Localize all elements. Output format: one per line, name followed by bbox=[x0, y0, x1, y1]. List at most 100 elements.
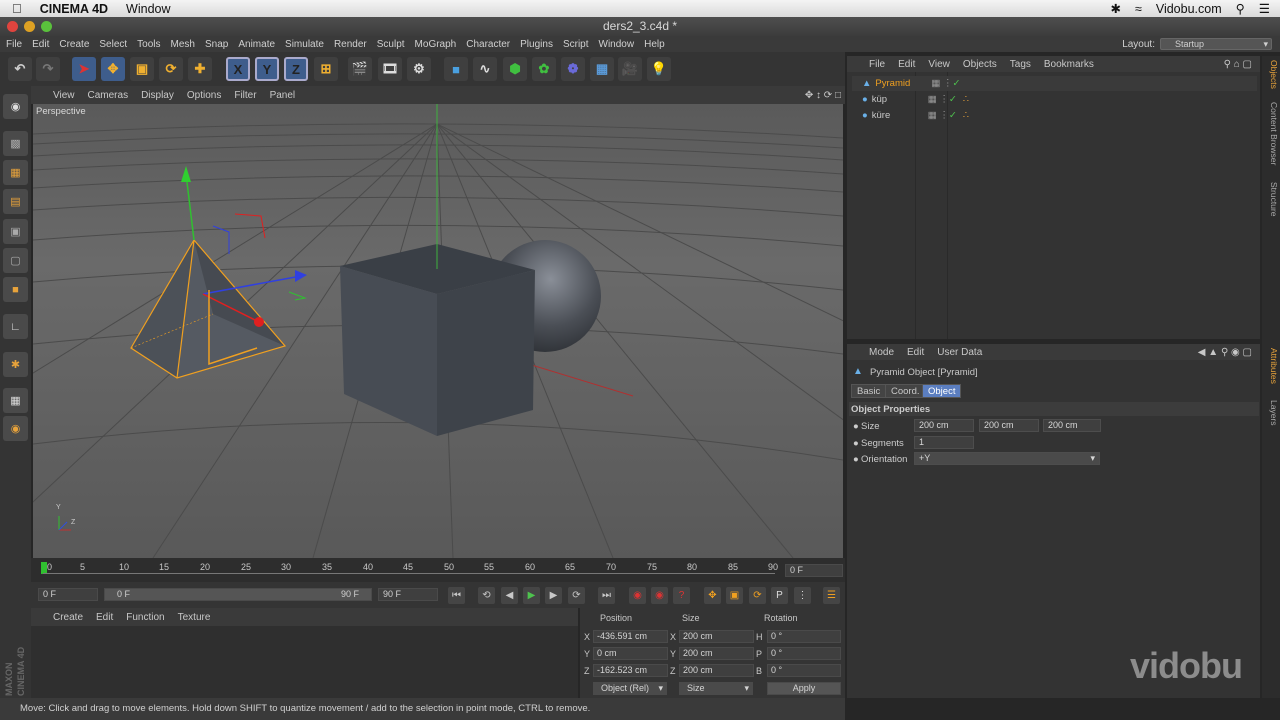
keyframe-selection-button[interactable]: ? bbox=[673, 587, 690, 604]
side-tab-layers[interactable]: Layers bbox=[1263, 400, 1279, 426]
menu-tools[interactable]: Tools bbox=[137, 39, 160, 50]
vp-menu-cameras[interactable]: Cameras bbox=[88, 90, 129, 101]
orientation-select[interactable]: +Y ▾ bbox=[914, 452, 1100, 465]
visibility-icon[interactable]: ▦ ⋮✓ bbox=[931, 76, 960, 91]
bluetooth-icon[interactable]: ✱ bbox=[1110, 1, 1120, 16]
add-generator-button[interactable]: ⬢ bbox=[503, 57, 527, 81]
menu-create[interactable]: Create bbox=[59, 39, 89, 50]
object-row-kup[interactable]: ● küp ▦ ⋮✓ ∴ bbox=[852, 92, 1257, 107]
close-window-button[interactable] bbox=[7, 21, 18, 32]
apply-button[interactable]: Apply bbox=[767, 682, 841, 695]
add-cube-button[interactable]: ■ bbox=[444, 57, 468, 81]
menu-help[interactable]: Help bbox=[644, 39, 665, 50]
vp-menu-view[interactable]: View bbox=[53, 90, 75, 101]
vp-menu-panel[interactable]: Panel bbox=[270, 90, 296, 101]
menu-render[interactable]: Render bbox=[334, 39, 367, 50]
key-rotation-button[interactable]: ⟳ bbox=[749, 587, 766, 604]
scale-tool-button[interactable]: ▣ bbox=[130, 57, 154, 81]
segments-input[interactable]: 1 bbox=[914, 436, 974, 449]
play-button[interactable]: ▶ bbox=[523, 587, 540, 604]
workplane-lock-button[interactable]: ◉ bbox=[3, 416, 28, 441]
add-spline-button[interactable]: ∿ bbox=[473, 57, 497, 81]
tab-coord[interactable]: Coord. bbox=[885, 384, 926, 398]
z-axis-lock-button[interactable]: Z bbox=[284, 57, 308, 81]
menu-sculpt[interactable]: Sculpt bbox=[377, 39, 405, 50]
attr-nav-icons[interactable]: ◀ ▲ ⚲ ◉ ▢ bbox=[1198, 347, 1252, 358]
live-selection-button[interactable]: ➤ bbox=[72, 57, 96, 81]
timeline-window-button[interactable]: ☰ bbox=[823, 587, 840, 604]
side-tab-objects[interactable]: Objects bbox=[1263, 60, 1279, 89]
wifi-icon[interactable]: ≈ bbox=[1135, 2, 1142, 16]
object-row-pyramid[interactable]: ▲ Pyramid ▦ ⋮✓ bbox=[852, 76, 1257, 91]
menu-animate[interactable]: Animate bbox=[238, 39, 275, 50]
add-deformer-button[interactable]: ❁ bbox=[561, 57, 585, 81]
side-tab-structure[interactable]: Structure bbox=[1263, 182, 1279, 217]
obj-menu-objects[interactable]: Objects bbox=[963, 59, 997, 70]
axis-mode-button[interactable]: ∟ bbox=[3, 314, 28, 339]
apple-icon[interactable]:  bbox=[12, 1, 22, 16]
make-editable-button[interactable]: ◉ bbox=[3, 94, 28, 119]
side-tab-attributes[interactable]: Attributes bbox=[1263, 348, 1279, 384]
perspective-viewport[interactable]: Perspective Y Z bbox=[33, 104, 843, 558]
visibility-icon[interactable]: ▦ ⋮✓ bbox=[928, 108, 957, 123]
obj-menu-view[interactable]: View bbox=[928, 59, 950, 70]
pos-y-field[interactable]: 0 cm bbox=[593, 647, 668, 660]
object-row-kure[interactable]: ● küre ▦ ⋮✓ ∴ bbox=[852, 108, 1257, 123]
next-key-button[interactable]: ⟳ bbox=[568, 587, 585, 604]
tab-basic[interactable]: Basic bbox=[851, 384, 887, 398]
size-x-field[interactable]: 200 cm bbox=[679, 630, 754, 643]
model-mode-button[interactable]: ▩ bbox=[3, 131, 28, 156]
layout-select[interactable]: Startup ▾ bbox=[1160, 38, 1272, 50]
attr-menu-edit[interactable]: Edit bbox=[907, 347, 924, 358]
points-mode-button[interactable]: ▣ bbox=[3, 219, 28, 244]
add-light-button[interactable]: 💡 bbox=[647, 57, 671, 81]
key-scale-button[interactable]: ▣ bbox=[726, 587, 743, 604]
pos-z-field[interactable]: -162.523 cm bbox=[593, 664, 668, 677]
add-floor-button[interactable]: ▦ bbox=[590, 57, 614, 81]
size-mode-select[interactable]: Size ▾ bbox=[679, 682, 753, 695]
tag-icon[interactable]: ∴ bbox=[963, 108, 969, 123]
menu-simulate[interactable]: Simulate bbox=[285, 39, 324, 50]
polygons-mode-button[interactable]: ■ bbox=[3, 277, 28, 302]
autokey-button[interactable]: ◉ bbox=[651, 587, 668, 604]
y-axis-lock-button[interactable]: Y bbox=[255, 57, 279, 81]
zoom-window-button[interactable] bbox=[41, 21, 52, 32]
object-name[interactable]: Pyramid bbox=[875, 76, 927, 91]
render-picture-viewer-button[interactable]: 🎞 bbox=[378, 57, 402, 81]
size-y-field[interactable]: 200 cm bbox=[679, 647, 754, 660]
coord-mode-select[interactable]: Object (Rel) ▾ bbox=[593, 682, 667, 695]
move-tool-button[interactable]: ✥ bbox=[101, 57, 125, 81]
mat-menu-edit[interactable]: Edit bbox=[96, 612, 113, 623]
texture-mode-button[interactable]: ▦ bbox=[3, 160, 28, 185]
vp-menu-filter[interactable]: Filter bbox=[234, 90, 256, 101]
menu-snap[interactable]: Snap bbox=[205, 39, 228, 50]
size-z-input[interactable]: 200 cm bbox=[1043, 419, 1101, 432]
vp-menu-display[interactable]: Display bbox=[141, 90, 174, 101]
object-name[interactable]: küp bbox=[872, 92, 924, 107]
key-parameter-button[interactable]: P bbox=[771, 587, 788, 604]
app-menu[interactable]: CINEMA 4D bbox=[40, 2, 108, 16]
obj-menu-file[interactable]: File bbox=[869, 59, 885, 70]
x-axis-lock-button[interactable]: X bbox=[226, 57, 250, 81]
goto-start-button[interactable]: ⏮ bbox=[448, 587, 465, 604]
obj-menu-tags[interactable]: Tags bbox=[1010, 59, 1031, 70]
visibility-icon[interactable]: ▦ ⋮✓ bbox=[928, 92, 957, 107]
rot-p-field[interactable]: 0 ° bbox=[767, 647, 841, 660]
size-z-field[interactable]: 200 cm bbox=[679, 664, 754, 677]
menu-character[interactable]: Character bbox=[466, 39, 510, 50]
key-pla-button[interactable]: ⋮ bbox=[794, 587, 811, 604]
site-label[interactable]: Vidobu.com bbox=[1156, 2, 1222, 16]
menu-window[interactable]: Window bbox=[599, 39, 635, 50]
menu-mograph[interactable]: MoGraph bbox=[415, 39, 457, 50]
side-tab-content-browser[interactable]: Content Browser bbox=[1263, 102, 1279, 165]
attr-menu-userdata[interactable]: User Data bbox=[937, 347, 982, 358]
workplane-mode-button[interactable]: ▤ bbox=[3, 189, 28, 214]
add-array-button[interactable]: ✿ bbox=[532, 57, 556, 81]
menu-mesh[interactable]: Mesh bbox=[171, 39, 195, 50]
obj-menu-bookmarks[interactable]: Bookmarks bbox=[1044, 59, 1094, 70]
list-icon[interactable]: ☰ bbox=[1259, 1, 1270, 16]
recent-tool-button[interactable]: ✚ bbox=[188, 57, 212, 81]
prev-key-button[interactable]: ⟲ bbox=[478, 587, 495, 604]
timeline-ruler[interactable]: 0 5 10 15 20 25 30 35 40 45 50 55 60 65 … bbox=[31, 558, 845, 582]
key-position-button[interactable]: ✥ bbox=[704, 587, 721, 604]
